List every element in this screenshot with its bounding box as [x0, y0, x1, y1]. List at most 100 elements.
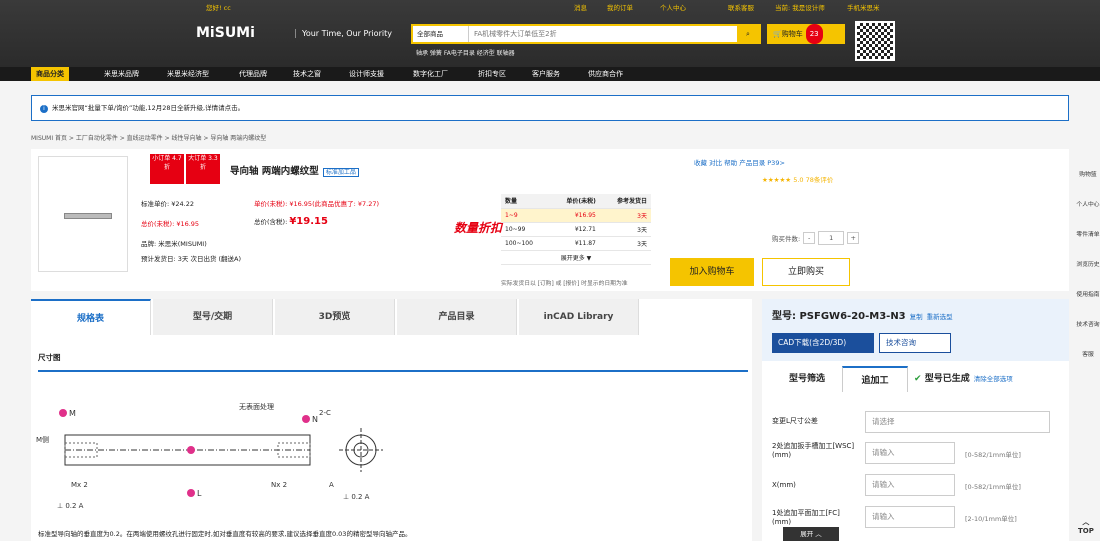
sidebar-item-user[interactable]: 个人中心 [1076, 200, 1100, 230]
expand-more[interactable]: 展开更多 ▼ [501, 250, 651, 265]
tab-model[interactable]: 型号/交期 [153, 299, 273, 335]
quantity-stepper: 购买件数: -1 + [772, 231, 860, 245]
copy-link[interactable]: 复制 [910, 313, 923, 321]
cart-icon: 🛒 [773, 30, 782, 38]
cad-download-button[interactable]: CAD下载(含2D/3D) [772, 333, 874, 353]
buy-now-button[interactable]: 立即购买 [762, 258, 850, 286]
sidebar-item-consult[interactable]: 技术咨询 [1076, 320, 1100, 350]
nav-item-tech[interactable]: 技术之窗 [293, 67, 321, 81]
sidebar-item-history[interactable]: 浏览历史 [1076, 260, 1100, 290]
label-mx: Mx 2 [71, 481, 88, 489]
mobile-link[interactable]: 手机米思米 [847, 2, 880, 14]
model-generated: ✔ 型号已生成 清除全部选项 [914, 366, 1013, 392]
tab-spec[interactable]: 规格表 [31, 299, 151, 335]
nav-item-economy[interactable]: 米思米经济型 [167, 67, 209, 81]
col-qty: 数量 [501, 194, 550, 209]
model-label: 型号: PSFGW6-20-M3-N3 [772, 311, 906, 322]
product-image[interactable] [38, 156, 128, 272]
tab-model-filter[interactable]: 型号筛选 [772, 366, 842, 392]
qty-input[interactable]: 1 [818, 231, 845, 245]
user-center-link[interactable]: 个人中心 [660, 2, 686, 14]
sidebar-item-guide[interactable]: 使用指南 [1076, 290, 1100, 320]
qty-minus[interactable]: - [803, 232, 816, 244]
table-cell: ¥11.87 [549, 236, 600, 251]
sidebar-item-parts[interactable]: 零件清单 [1076, 230, 1100, 260]
table-cell: 10~99 [501, 222, 550, 237]
orders-link[interactable]: 我的订单 [607, 2, 633, 14]
quantity-discount: 数量折扣 [454, 221, 503, 235]
table-cell: 100~100 [501, 236, 550, 251]
hot-keywords[interactable]: 轴承 弹簧 FA电子目录 经济型 联轴器 [416, 48, 515, 57]
clear-all-link[interactable]: 清除全部选项 [974, 375, 1013, 383]
nav-item-digital[interactable]: 数字化工厂 [413, 67, 448, 81]
product-panel: 小订单 4.7折 大订单 3.3折 导向轴 两端内螺纹型 标准加工品 标准单价: … [31, 149, 1069, 291]
product-actions[interactable]: 收藏 对比 帮助 产品目录 P39> [694, 157, 785, 167]
nav-item-categories[interactable]: 商品分类 [31, 67, 69, 81]
option-label: 2处追加扳手槽加工[WSC](mm) [772, 442, 855, 459]
nav-item-brand[interactable]: 米思米品牌 [104, 67, 139, 81]
cart-count: 23 [805, 24, 823, 44]
table-cell: ¥12.71 [549, 222, 600, 237]
unit-price: 单价(未税): ¥16.95(此商品优惠了: ¥7.27) [254, 200, 380, 208]
designer-link[interactable]: 当前: 我是设计师 [775, 2, 825, 14]
option-hint: [2-10/1mm单位] [965, 515, 1017, 523]
section-title: 尺寸图 [38, 353, 61, 362]
nav-item-designer[interactable]: 设计师支援 [349, 67, 384, 81]
option-hint: [0-582/1mm单位] [965, 483, 1021, 491]
x-input[interactable]: 请输入 [865, 474, 955, 496]
messages-link[interactable]: 消息 [574, 2, 587, 14]
table-cell: 3天 [599, 236, 651, 251]
product-title: 导向轴 两端内螺纹型 标准加工品 [230, 163, 359, 177]
back-to-top[interactable]: ︿ TOP [1078, 517, 1094, 535]
table-cell: 3天 [599, 222, 651, 237]
brand: 品牌: 米思米(MISUMI) [141, 240, 207, 248]
total-tax: 总价(含税): ¥19.15 [254, 216, 328, 227]
chevron-up-icon: ︿ [1082, 518, 1090, 526]
label-m-side: M侧 [36, 435, 49, 444]
search-box: 全部商品 FA机械零件大订单低至2折 ⌕ [411, 24, 761, 44]
price-table: 数量 单价(未税) 参考发货日 1~9 ¥16.95 3天 10~99 ¥12.71 3天 … [501, 194, 651, 265]
wsc-input[interactable]: 请输入 [865, 442, 955, 464]
ship-date: 预计发货日: 3天 次日出货 (翻送A) [141, 255, 242, 263]
tolerance-select[interactable]: 请选择 [865, 411, 1050, 433]
label-l: L [197, 489, 202, 498]
total-untax: 总价(未税): ¥16.95 [141, 220, 200, 228]
greeting: 您好! cc [206, 4, 231, 12]
table-cell: 3天 [599, 208, 651, 223]
nav-item-discount[interactable]: 折扣专区 [478, 67, 506, 81]
label-chamfer: 2-C [319, 409, 331, 417]
product-tag[interactable]: 标准加工品 [322, 168, 359, 177]
tab-catalog[interactable]: 产品目录 [397, 299, 517, 335]
expand-button[interactable]: 展开 ︿ [783, 527, 839, 541]
fc-input[interactable]: 请输入 [865, 506, 955, 528]
nav-item-agent[interactable]: 代理品牌 [239, 67, 267, 81]
tab-extra-processing[interactable]: 追加工 [842, 366, 908, 392]
tech-consult-button[interactable]: 技术咨询 [879, 333, 951, 353]
reselect-link[interactable]: 重新选型 [927, 313, 953, 321]
search-input[interactable]: FA机械零件大订单低至2折 [469, 26, 737, 42]
search-button[interactable]: ⌕ [737, 26, 759, 42]
search-category[interactable]: 全部商品 [413, 26, 469, 42]
label-n: N [312, 415, 318, 424]
section-divider [38, 370, 748, 372]
tab-3d[interactable]: 3D预览 [275, 299, 395, 335]
nav-item-supplier[interactable]: 供应商合作 [588, 67, 623, 81]
add-to-cart-button[interactable]: 加入购物车 [670, 258, 754, 286]
rating[interactable]: ★★★★★ 5.0 78条评价 [762, 174, 833, 184]
qr-code [855, 21, 895, 61]
info-icon: i [40, 105, 48, 113]
nav-item-service[interactable]: 客户服务 [532, 67, 560, 81]
qty-plus[interactable]: + [847, 232, 860, 244]
breadcrumb[interactable]: MISUMI 首页 > 工厂自动化零件 > 直线运动零件 > 线性导向轴 > 导… [31, 133, 266, 142]
sidebar-item-service[interactable]: 客服 [1076, 350, 1100, 380]
cart-button[interactable]: 🛒购物车 23 [767, 24, 845, 44]
service-link[interactable]: 联系客服 [728, 2, 754, 14]
qty-label: 购买件数: [772, 235, 801, 243]
main-nav: 商品分类 米思米品牌 米思米经济型 代理品牌 技术之窗 设计师支援 数字化工厂 … [0, 67, 1100, 81]
sidebar-item-basket[interactable]: 购物篮 [1076, 170, 1100, 200]
tab-incad[interactable]: inCAD Library [519, 299, 639, 335]
option-label: 变更L尺寸公差 [772, 417, 818, 425]
notice-bar[interactable]: i 米思米官网“批量下单/询价”功能,12月28日全新升级,详情请点击。 [31, 95, 1069, 121]
misumi-logo[interactable]: MiSUMi [196, 25, 255, 41]
cart-label: 购物车 [781, 30, 803, 38]
